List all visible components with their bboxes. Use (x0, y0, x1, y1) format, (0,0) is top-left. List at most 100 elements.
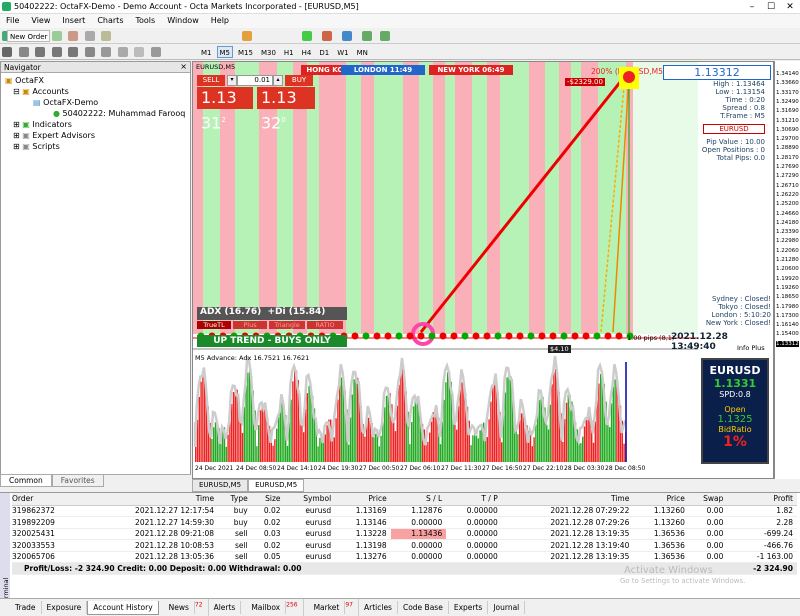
buy-button[interactable]: BUY (285, 75, 313, 86)
table-cell: 0.00000 (390, 539, 447, 552)
zoom-out-icon[interactable] (380, 31, 390, 41)
minimize-button[interactable]: – (743, 1, 761, 13)
col-header[interactable]: Time (86, 493, 219, 506)
tf-m30[interactable]: M30 (258, 46, 279, 58)
table-row[interactable]: 319892209 2021.12.27 14:59:30 buy 0.02 eurus… (12, 516, 797, 529)
ratio-button[interactable]: RATIO (307, 321, 343, 329)
channel-icon[interactable] (84, 47, 95, 57)
triangle-button[interactable]: Triangle (269, 321, 305, 329)
col-header[interactable]: Order (12, 493, 87, 506)
tab-favorites[interactable]: Favorites (51, 475, 104, 487)
tab-exposure[interactable]: Exposure (42, 601, 88, 614)
horizontal-line-icon[interactable] (51, 47, 62, 57)
tree-accounts[interactable]: ⊟ ▣ Accounts (5, 86, 186, 97)
time-tick-label: 27 Dec 06:10 (400, 465, 441, 472)
tf-m15[interactable]: M15 (235, 46, 256, 58)
tab-news[interactable]: News 72 (159, 599, 209, 616)
tree-root[interactable]: ▣ OctaFX (5, 75, 186, 86)
col-header[interactable]: Time (501, 493, 634, 506)
col-header[interactable]: Profit (727, 493, 797, 506)
col-header[interactable]: Swap (688, 493, 728, 506)
table-row[interactable]: 320025431 2021.12.28 09:21:08 sell 0.03 euru… (12, 528, 797, 540)
col-header[interactable]: T / P (446, 493, 502, 506)
data-window-icon[interactable] (51, 31, 62, 41)
menu-insert[interactable]: Insert (56, 14, 91, 27)
tf-h4[interactable]: H4 (299, 46, 315, 58)
tab-common[interactable]: Common (0, 475, 52, 487)
tab-codebase[interactable]: Code Base (398, 601, 449, 614)
table-row[interactable]: 320065706 2021.12.28 13:05:36 sell 0.05 euru… (12, 551, 797, 563)
table-cell: 2021.12.28 13:05:36 (86, 551, 219, 563)
col-header[interactable]: Price (633, 493, 689, 506)
vertical-line-icon[interactable] (35, 47, 46, 57)
zoom-in-icon[interactable] (362, 31, 372, 41)
price-axis[interactable]: 1.34140 1.33660 1.33170 1.32490 1.31690 1.312… (774, 61, 800, 479)
tab-journal[interactable]: Journal (488, 601, 526, 614)
col-header[interactable]: S / L (390, 493, 447, 506)
table-row[interactable]: 319862372 2021.12.27 12:17:54 buy 0.02 eurus… (12, 505, 797, 517)
tab-alerts[interactable]: Alerts (209, 601, 242, 614)
menu-window[interactable]: Window (161, 14, 205, 27)
menu-view[interactable]: View (25, 14, 56, 27)
crosshair-icon[interactable] (18, 47, 29, 57)
strategy-tester-icon[interactable] (101, 31, 112, 41)
lot-up-icon[interactable]: ▴ (273, 75, 283, 86)
tab-mailbox[interactable]: Mailbox 256 (241, 599, 304, 616)
tree-account[interactable]: ● 50402222: Muhammad Farooq (5, 108, 186, 119)
arrow-marker (373, 332, 381, 340)
tab-account-history[interactable]: Account History (87, 601, 159, 615)
menu-help[interactable]: Help (205, 14, 235, 27)
plus-button[interactable]: Plus (233, 321, 267, 329)
candles-icon[interactable] (322, 31, 332, 41)
navigator-close-icon[interactable]: × (180, 62, 187, 71)
tf-d1[interactable]: D1 (316, 46, 332, 58)
bid-price[interactable]: 1.13 312 (197, 87, 253, 132)
col-header[interactable]: Price (335, 493, 391, 506)
chart-tab-1[interactable]: EURUSD,M5 (192, 479, 249, 492)
tree-scripts[interactable]: ⊞ ▣ Scripts (5, 141, 186, 152)
table-row[interactable]: 320033553 2021.12.28 10:08:53 sell 0.02 euru… (12, 539, 797, 552)
lot-down-icon[interactable]: ▾ (227, 75, 237, 86)
autotrading-icon[interactable] (242, 31, 252, 41)
new-order-button[interactable]: New Order (7, 30, 51, 42)
tf-mn[interactable]: MN (354, 46, 371, 58)
tab-market[interactable]: Market 97 (304, 599, 359, 616)
maximize-button[interactable]: ☐ (762, 1, 780, 13)
arrows-icon[interactable] (150, 47, 161, 57)
adx-bar (445, 382, 447, 462)
arrow-marker (560, 332, 568, 340)
col-header[interactable]: Type (218, 493, 252, 506)
col-header[interactable]: Size (251, 493, 285, 506)
table-cell: 2.28 (727, 516, 797, 529)
navigator-icon[interactable] (68, 31, 79, 41)
tree-experts[interactable]: ⊞ ▣ Expert Advisors (5, 130, 186, 141)
truetl-button[interactable]: TrueTL (197, 321, 231, 329)
lot-input[interactable]: 0.01 (237, 75, 273, 86)
text-icon[interactable] (117, 47, 128, 57)
menu-tools[interactable]: Tools (129, 14, 161, 27)
menu-charts[interactable]: Charts (91, 14, 129, 27)
tree-server[interactable]: ▤ OctaFX-Demo (5, 97, 186, 108)
tab-experts[interactable]: Experts (449, 601, 489, 614)
tf-h1[interactable]: H1 (281, 46, 297, 58)
label-icon[interactable] (134, 47, 145, 57)
tf-m5[interactable]: M5 (216, 46, 233, 58)
sell-button[interactable]: SELL (197, 75, 225, 86)
chart-tab-2[interactable]: EURUSD,M5 (248, 479, 305, 492)
tab-articles[interactable]: Articles (359, 601, 398, 614)
trendline-icon[interactable] (68, 47, 79, 57)
chart-bars-icon[interactable] (302, 31, 312, 41)
chart-window[interactable]: EURUSD,M5 SELL ▾ 0.01 ▴ BUY 1.13 312 1.1… (192, 61, 774, 479)
menu-file[interactable]: File (0, 14, 25, 27)
tab-trade[interactable]: Trade (10, 601, 42, 614)
col-header[interactable]: Symbol (284, 493, 336, 506)
fibonacci-icon[interactable] (101, 47, 112, 57)
close-button[interactable]: ✕ (781, 1, 799, 13)
tf-w1[interactable]: W1 (334, 46, 351, 58)
tf-m1[interactable]: M1 (198, 46, 215, 58)
terminal-icon[interactable] (84, 31, 95, 41)
ask-price[interactable]: 1.13 320 (257, 87, 315, 132)
cursor-icon[interactable] (2, 47, 12, 57)
tree-indicators[interactable]: ⊞ ▣ Indicators (5, 119, 186, 130)
line-chart-icon[interactable] (342, 31, 352, 41)
